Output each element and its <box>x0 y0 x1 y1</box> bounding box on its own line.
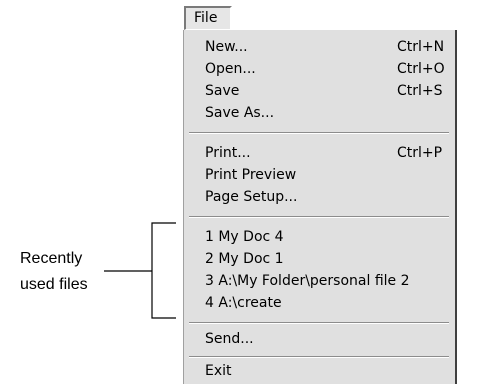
recent-files-bracket <box>104 222 176 319</box>
callout-line-1: Recently <box>20 250 83 267</box>
callout-line-2: used files <box>20 276 88 293</box>
file-menu-figure: File New... Ctrl+N Open... Ctrl+O Save C… <box>0 0 480 384</box>
recent-files-callout: Recently used files <box>20 246 88 298</box>
